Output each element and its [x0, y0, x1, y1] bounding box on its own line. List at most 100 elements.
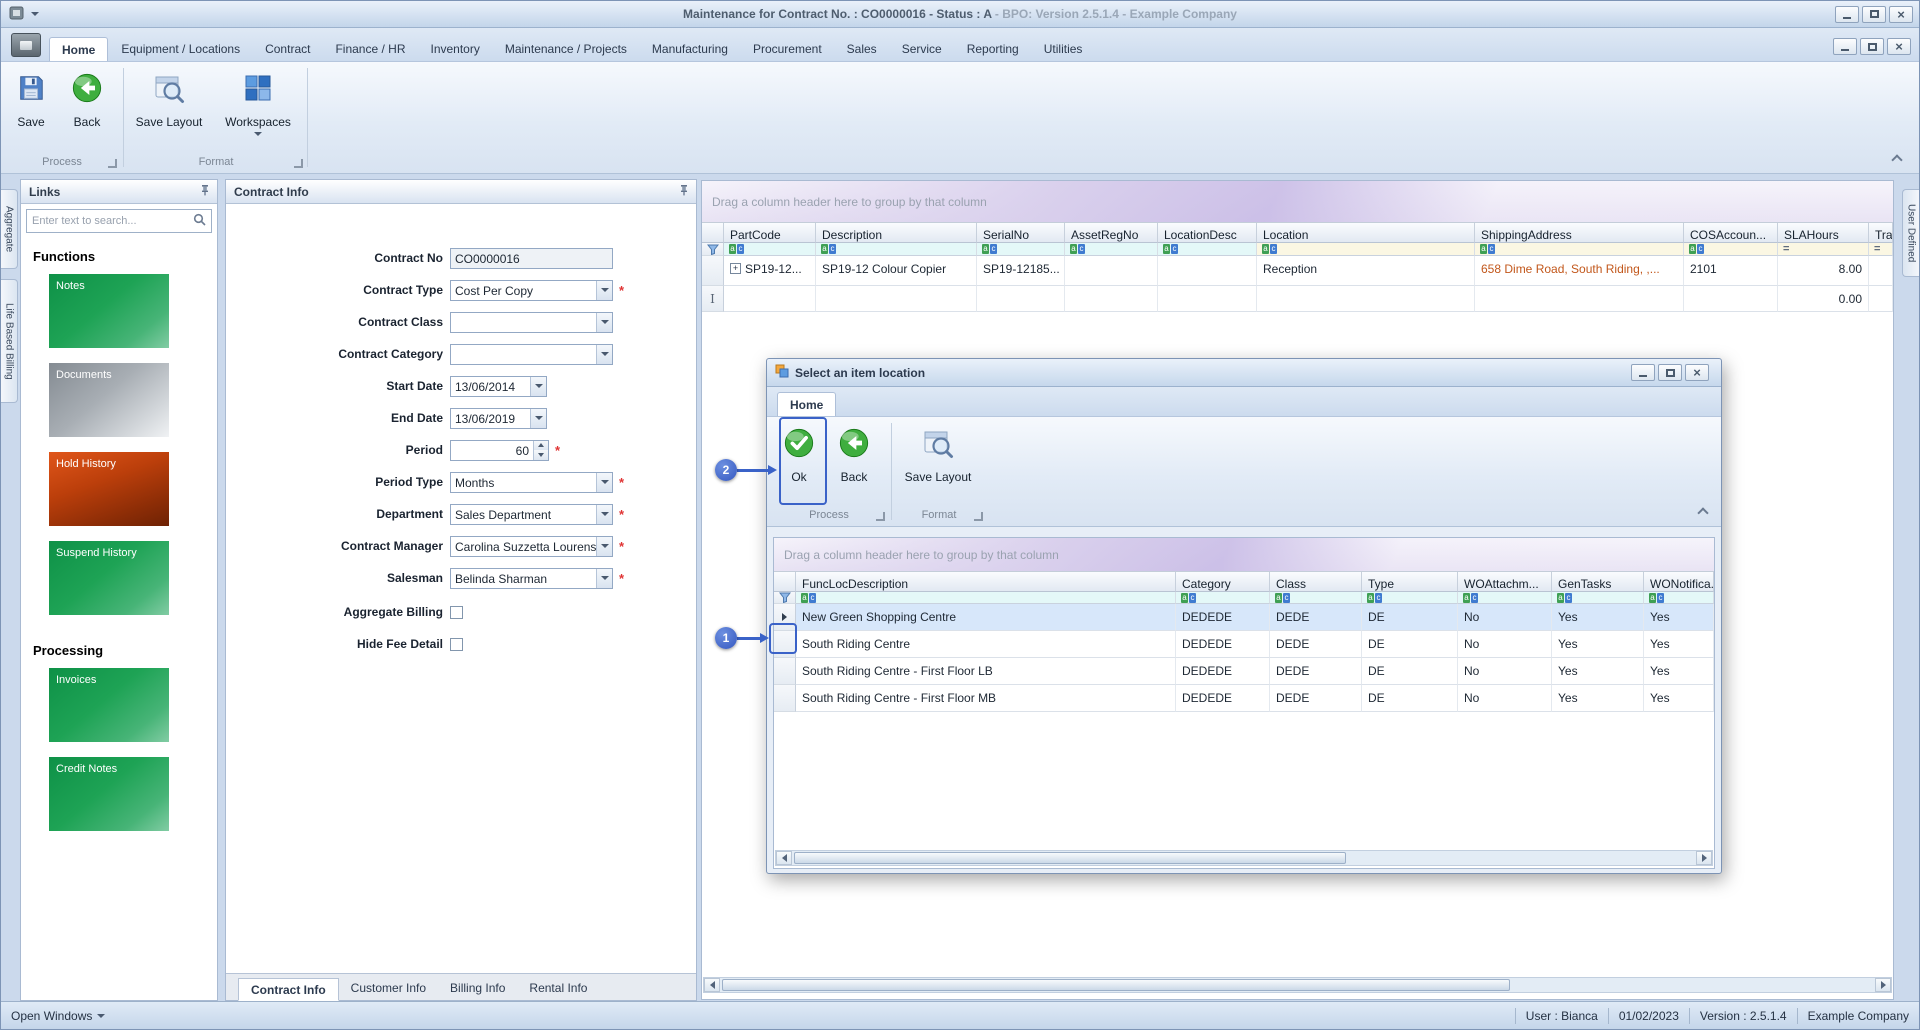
column-header-funclocdescription[interactable]: FuncLocDescription: [796, 572, 1176, 592]
scrollbar-thumb[interactable]: [794, 852, 1346, 864]
workspaces-button[interactable]: Workspaces: [213, 67, 303, 153]
maximize-button[interactable]: [1862, 6, 1886, 23]
contract-category-combo[interactable]: [450, 344, 613, 365]
end-date-picker[interactable]: 13/06/2019: [450, 408, 547, 429]
filter-cell[interactable]: ac: [1257, 243, 1475, 256]
ribbon-tab-manufacturing[interactable]: Manufacturing: [640, 37, 740, 61]
contract-manager-combo[interactable]: Carolina Suzzetta Lourens van de...: [450, 536, 613, 557]
dropdown-button[interactable]: [596, 313, 612, 332]
save-button[interactable]: Save: [7, 67, 55, 153]
ribbon-tab-sales[interactable]: Sales: [835, 37, 889, 61]
filter-cell[interactable]: ac: [1684, 243, 1778, 256]
search-icon[interactable]: [193, 213, 206, 229]
column-header-shippingaddress[interactable]: ShippingAddress: [1475, 223, 1684, 243]
side-tab-user-defined[interactable]: User Defined: [1902, 189, 1919, 277]
dialog-save-layout-button[interactable]: Save Layout: [899, 422, 977, 508]
dialog-close-button[interactable]: ×: [1685, 364, 1709, 381]
tab-contract-info[interactable]: Contract Info: [238, 978, 339, 1001]
ribbon-tab-utilities[interactable]: Utilities: [1032, 37, 1095, 61]
filter-cell[interactable]: ac: [816, 243, 977, 256]
ribbon-tab-maintenance-projects[interactable]: Maintenance / Projects: [493, 37, 639, 61]
workspaces-dropdown-icon[interactable]: [254, 132, 262, 136]
tab-customer-info[interactable]: Customer Info: [339, 977, 438, 1000]
dropdown-button[interactable]: [596, 281, 612, 300]
horizontal-scrollbar[interactable]: [703, 977, 1892, 993]
location-row[interactable]: South Riding Centre - First Floor LB DED…: [774, 658, 1714, 685]
filter-cell[interactable]: ac: [1362, 592, 1458, 604]
period-stepper[interactable]: 60: [450, 440, 549, 461]
dropdown-button[interactable]: [530, 377, 546, 396]
column-header-location[interactable]: Location: [1257, 223, 1475, 243]
quick-access-caret-icon[interactable]: [31, 12, 39, 16]
dialog-horizontal-scrollbar[interactable]: [775, 850, 1713, 866]
filter-cell[interactable]: ac: [1475, 243, 1684, 256]
grid-new-row[interactable]: I 0.00: [702, 286, 1893, 312]
ribbon-tab-home[interactable]: Home: [49, 37, 108, 61]
group-dialog-launcher-icon[interactable]: [108, 159, 117, 168]
collapse-ribbon-icon[interactable]: [1891, 154, 1902, 165]
notes-button[interactable]: Notes: [49, 274, 169, 348]
column-header-gentasks[interactable]: GenTasks: [1552, 572, 1644, 592]
filter-cell[interactable]: ac: [724, 243, 816, 256]
scrollbar-thumb[interactable]: [722, 979, 1510, 991]
mdi-restore-button[interactable]: [1860, 38, 1884, 55]
column-header-slahours[interactable]: SLAHours: [1778, 223, 1869, 243]
mdi-close-button[interactable]: ×: [1887, 38, 1911, 55]
dialog-minimize-button[interactable]: [1631, 364, 1655, 381]
hold-history-button[interactable]: Hold History: [49, 452, 169, 526]
filter-cell[interactable]: =: [1778, 243, 1869, 256]
scrollbar-track[interactable]: [792, 851, 1696, 865]
filter-cell[interactable]: ac: [1176, 592, 1270, 604]
period-type-combo[interactable]: Months: [450, 472, 613, 493]
ribbon-tab-reporting[interactable]: Reporting: [955, 37, 1031, 61]
scroll-right-arrow[interactable]: [1875, 978, 1891, 992]
location-row[interactable]: South Riding Centre DEDEDE DEDE DE No Ye…: [774, 631, 1714, 658]
salesman-combo[interactable]: Belinda Sharman: [450, 568, 613, 589]
column-header-type[interactable]: Type: [1362, 572, 1458, 592]
column-header-category[interactable]: Category: [1176, 572, 1270, 592]
contract-no-input[interactable]: CO0000016: [450, 248, 613, 269]
column-header-locationdesc[interactable]: LocationDesc: [1158, 223, 1257, 243]
column-header-partcode[interactable]: PartCode: [724, 223, 816, 243]
mdi-minimize-button[interactable]: [1833, 38, 1857, 55]
tab-rental-info[interactable]: Rental Info: [517, 977, 599, 1000]
column-header-description[interactable]: Description: [816, 223, 977, 243]
filter-cell[interactable]: ac: [1158, 243, 1257, 256]
filter-cell[interactable]: =: [1869, 243, 1893, 256]
suspend-history-button[interactable]: Suspend History: [49, 541, 169, 615]
ribbon-tab-service[interactable]: Service: [890, 37, 954, 61]
scroll-left-arrow[interactable]: [776, 851, 792, 865]
minimize-button[interactable]: [1835, 6, 1859, 23]
dropdown-button[interactable]: [596, 505, 612, 524]
dropdown-button[interactable]: [596, 345, 612, 364]
ribbon-tab-finance-hr[interactable]: Finance / HR: [323, 37, 417, 61]
spin-down-icon[interactable]: [534, 450, 548, 460]
contract-class-combo[interactable]: [450, 312, 613, 333]
documents-button[interactable]: Documents: [49, 363, 169, 437]
dropdown-button[interactable]: [530, 409, 546, 428]
save-layout-button[interactable]: Save Layout: [131, 67, 207, 153]
filter-cell[interactable]: ac: [977, 243, 1065, 256]
equipment-row[interactable]: +SP19-12... SP19-12 Colour Copier SP19-1…: [702, 256, 1893, 286]
pin-icon[interactable]: [199, 184, 211, 199]
pin-icon[interactable]: [678, 184, 690, 199]
scrollbar-track[interactable]: [720, 978, 1875, 992]
filter-cell[interactable]: ac: [796, 592, 1176, 604]
credit-notes-button[interactable]: Credit Notes: [49, 757, 169, 831]
tab-billing-info[interactable]: Billing Info: [438, 977, 517, 1000]
start-date-picker[interactable]: 13/06/2014: [450, 376, 547, 397]
filter-cell[interactable]: ac: [1552, 592, 1644, 604]
document-window-icon[interactable]: [11, 33, 41, 57]
scroll-right-arrow[interactable]: [1696, 851, 1712, 865]
ribbon-tab-inventory[interactable]: Inventory: [418, 37, 491, 61]
group-dialog-launcher-icon[interactable]: [294, 159, 303, 168]
close-button[interactable]: ×: [1889, 6, 1913, 23]
contract-type-combo[interactable]: Cost Per Copy: [450, 280, 613, 301]
dialog-back-button[interactable]: Back: [829, 422, 879, 508]
ribbon-tab-contract[interactable]: Contract: [253, 37, 322, 61]
filter-cell[interactable]: ac: [1644, 592, 1714, 604]
department-combo[interactable]: Sales Department: [450, 504, 613, 525]
side-tab-aggregate[interactable]: Aggregate: [1, 189, 18, 269]
column-header-wonotifica[interactable]: WONotifica..: [1644, 572, 1714, 592]
back-button[interactable]: Back: [61, 67, 113, 153]
